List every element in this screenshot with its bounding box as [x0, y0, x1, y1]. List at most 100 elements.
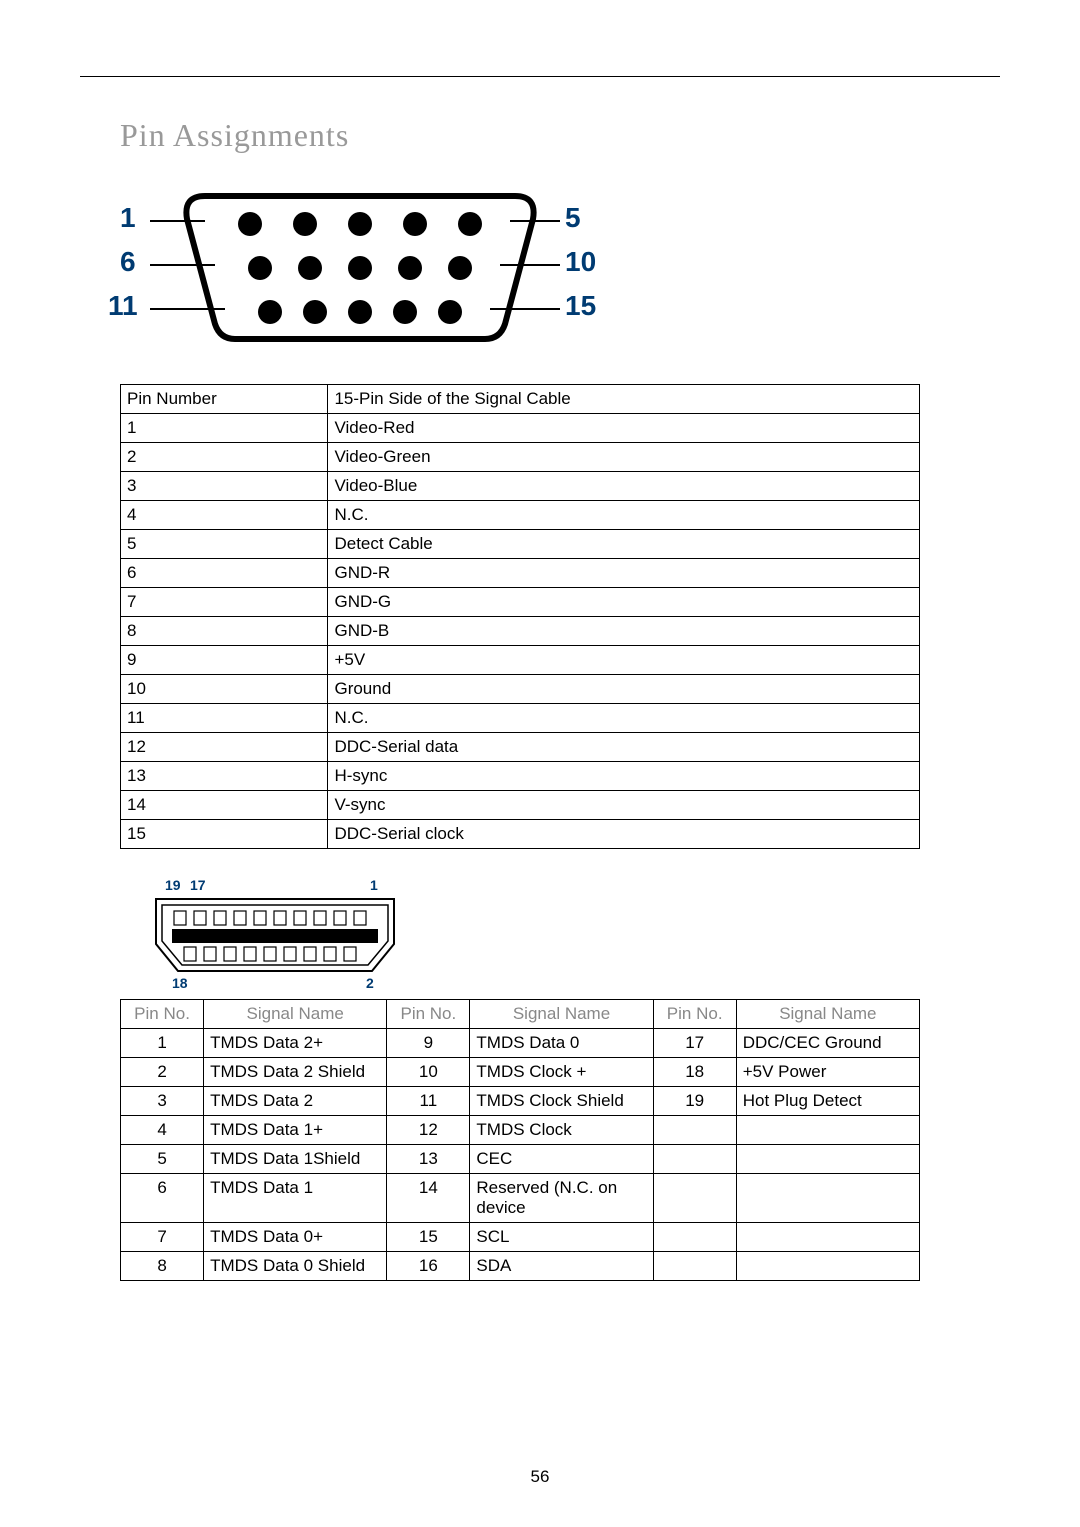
hdmi-table-header-pin: Pin No. — [121, 1000, 204, 1029]
vga-pin-cell: 3 — [121, 472, 328, 501]
hdmi-table-header-pin: Pin No. — [387, 1000, 470, 1029]
vga-pin-table: Pin Number15-Pin Side of the Signal Cabl… — [120, 384, 920, 849]
table-row: 14V-sync — [121, 791, 920, 820]
vga-table-header-pin: Pin Number — [121, 385, 328, 414]
hdmi-name-cell: TMDS Data 1 — [204, 1174, 387, 1223]
hdmi-table-header-pin: Pin No. — [653, 1000, 736, 1029]
hdmi-pin-label-18: 18 — [172, 975, 188, 991]
hdmi-name-cell: TMDS Data 2+ — [204, 1029, 387, 1058]
vga-pin-label-6: 6 — [120, 246, 136, 278]
hdmi-name-cell: TMDS Clock Shield — [470, 1087, 653, 1116]
hdmi-name-cell: TMDS Data 0 Shield — [204, 1252, 387, 1281]
hdmi-name-cell: SCL — [470, 1223, 653, 1252]
vga-pin-label-11: 11 — [108, 290, 138, 322]
hdmi-name-cell: TMDS Data 0+ — [204, 1223, 387, 1252]
page-number: 56 — [0, 1467, 1080, 1487]
hdmi-name-cell — [736, 1252, 919, 1281]
vga-signal-cell: N.C. — [328, 501, 920, 530]
table-row: 2TMDS Data 2 Shield10TMDS Clock +18+5V P… — [121, 1058, 920, 1087]
vga-signal-cell: Video-Red — [328, 414, 920, 443]
vga-pin-cell: 13 — [121, 762, 328, 791]
vga-pin-cell: 7 — [121, 588, 328, 617]
hdmi-connector-diagram: 19 17 1 18 2 — [150, 879, 410, 989]
hdmi-pin-table: Pin No.Signal NamePin No.Signal NamePin … — [120, 999, 920, 1281]
hdmi-name-cell: TMDS Data 2 Shield — [204, 1058, 387, 1087]
hdmi-pin-cell — [653, 1252, 736, 1281]
hdmi-pin-cell: 14 — [387, 1174, 470, 1223]
hdmi-pin-cell: 16 — [387, 1252, 470, 1281]
vga-signal-cell: Ground — [328, 675, 920, 704]
hdmi-table-header-name: Signal Name — [470, 1000, 653, 1029]
hdmi-name-cell: TMDS Clock — [470, 1116, 653, 1145]
vga-pin-cell: 1 — [121, 414, 328, 443]
vga-pin-label-15: 15 — [565, 290, 596, 322]
vga-signal-cell: GND-B — [328, 617, 920, 646]
table-row: 6GND-R — [121, 559, 920, 588]
table-row: 1TMDS Data 2+9TMDS Data 017DDC/CEC Groun… — [121, 1029, 920, 1058]
table-row: 6TMDS Data 114Reserved (N.C. on device — [121, 1174, 920, 1223]
hdmi-pin-cell: 15 — [387, 1223, 470, 1252]
vga-pin-cell: 2 — [121, 443, 328, 472]
table-row: 13H-sync — [121, 762, 920, 791]
table-row: 1Video-Red — [121, 414, 920, 443]
vga-signal-cell: N.C. — [328, 704, 920, 733]
table-row: 2Video-Green — [121, 443, 920, 472]
hdmi-pin-cell: 19 — [653, 1087, 736, 1116]
table-row: 12DDC-Serial data — [121, 733, 920, 762]
hdmi-pin-cell: 17 — [653, 1029, 736, 1058]
vga-connector-diagram: 1 6 11 5 10 15 — [120, 184, 620, 344]
hdmi-name-cell: TMDS Data 0 — [470, 1029, 653, 1058]
hdmi-name-cell — [736, 1174, 919, 1223]
hdmi-name-cell: TMDS Clock + — [470, 1058, 653, 1087]
hdmi-name-cell: TMDS Data 1Shield — [204, 1145, 387, 1174]
vga-pin-label-5: 5 — [565, 202, 581, 234]
table-row: 5TMDS Data 1Shield13CEC — [121, 1145, 920, 1174]
hdmi-table-header-name: Signal Name — [736, 1000, 919, 1029]
hdmi-pin-cell — [653, 1223, 736, 1252]
vga-pin-cell: 12 — [121, 733, 328, 762]
vga-signal-cell: Video-Green — [328, 443, 920, 472]
vga-pin-cell: 11 — [121, 704, 328, 733]
hdmi-pin-cell — [653, 1174, 736, 1223]
hdmi-pin-cell: 9 — [387, 1029, 470, 1058]
vga-signal-cell: V-sync — [328, 791, 920, 820]
hdmi-name-cell — [736, 1145, 919, 1174]
hdmi-name-cell: DDC/CEC Ground — [736, 1029, 919, 1058]
vga-signal-cell: Video-Blue — [328, 472, 920, 501]
table-row: 4N.C. — [121, 501, 920, 530]
vga-pin-cell: 9 — [121, 646, 328, 675]
hdmi-pin-cell: 10 — [387, 1058, 470, 1087]
hdmi-pin-cell: 12 — [387, 1116, 470, 1145]
vga-pin-cell: 6 — [121, 559, 328, 588]
vga-pin-cell: 4 — [121, 501, 328, 530]
hdmi-pin-cell — [653, 1145, 736, 1174]
vga-pin-label-10: 10 — [565, 246, 596, 278]
table-row: 3TMDS Data 211TMDS Clock Shield19Hot Plu… — [121, 1087, 920, 1116]
vga-pin-label-1: 1 — [120, 202, 136, 234]
hdmi-name-cell: SDA — [470, 1252, 653, 1281]
hdmi-pin-cell: 7 — [121, 1223, 204, 1252]
page-title: Pin Assignments — [120, 117, 1000, 154]
vga-signal-cell: DDC-Serial data — [328, 733, 920, 762]
hdmi-pin-cell: 11 — [387, 1087, 470, 1116]
vga-table-header-signal: 15-Pin Side of the Signal Cable — [328, 385, 920, 414]
vga-signal-cell: Detect Cable — [328, 530, 920, 559]
hdmi-name-cell: +5V Power — [736, 1058, 919, 1087]
hdmi-connector-icon — [150, 879, 400, 989]
hdmi-pin-cell — [653, 1116, 736, 1145]
table-row: 10Ground — [121, 675, 920, 704]
hdmi-name-cell: Hot Plug Detect — [736, 1087, 919, 1116]
hdmi-pin-cell: 18 — [653, 1058, 736, 1087]
vga-signal-cell: DDC-Serial clock — [328, 820, 920, 849]
table-row: 7TMDS Data 0+15SCL — [121, 1223, 920, 1252]
table-row: 8GND-B — [121, 617, 920, 646]
vga-signal-cell: H-sync — [328, 762, 920, 791]
hdmi-pin-cell: 3 — [121, 1087, 204, 1116]
vga-signal-cell: GND-R — [328, 559, 920, 588]
vga-signal-cell: +5V — [328, 646, 920, 675]
vga-connector-icon — [175, 184, 545, 344]
hdmi-pin-cell: 2 — [121, 1058, 204, 1087]
hdmi-name-cell: Reserved (N.C. on device — [470, 1174, 653, 1223]
hdmi-name-cell: CEC — [470, 1145, 653, 1174]
hdmi-name-cell: TMDS Data 1+ — [204, 1116, 387, 1145]
